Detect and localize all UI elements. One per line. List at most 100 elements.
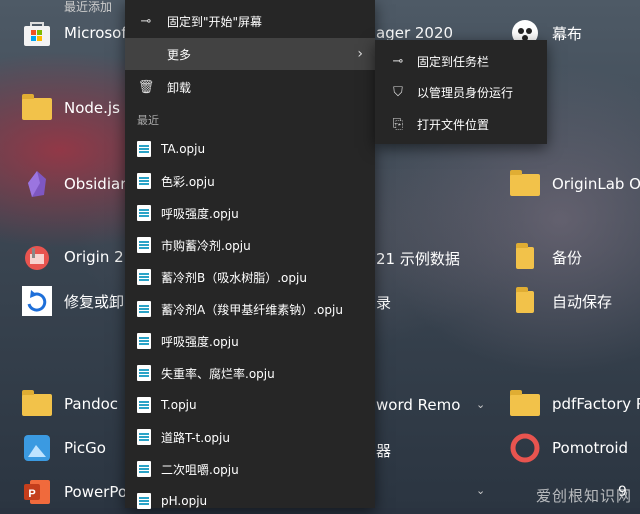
tile-nodejs[interactable]: Node.js: [22, 88, 120, 128]
pin-icon: ⊸: [392, 53, 404, 69]
tile-label: pdfFactory P: [552, 395, 640, 413]
tile-label: OriginLab O: [552, 175, 640, 193]
repair-icon: [22, 286, 52, 316]
tile-label-partial[interactable]: 21 示例数据: [376, 248, 460, 269]
file-label: 呼吸强度.opju: [161, 206, 239, 221]
file-label: 市购蓄冷剂.opju: [161, 238, 251, 253]
menu-item-label: 以管理员身份运行: [417, 85, 514, 100]
origin-icon: [22, 242, 52, 272]
menu-item-pin-taskbar[interactable]: ⊸ 固定到任务栏: [375, 46, 547, 76]
pin-icon: ⊸: [140, 13, 152, 29]
recent-file-item[interactable]: 呼吸强度.opju: [125, 200, 375, 226]
recent-file-item[interactable]: 呼吸强度.opju: [125, 328, 375, 354]
picgo-icon: [22, 433, 52, 463]
recent-file-item[interactable]: 蓄冷剂A（羧甲基纤维素钠）.opju: [125, 296, 375, 322]
opju-file-icon: [137, 141, 151, 157]
file-label: 蓄冷剂A（羧甲基纤维素钠）.opju: [161, 302, 343, 317]
file-label: 色彩.opju: [161, 174, 215, 189]
chevron-down-icon[interactable]: ⌄: [476, 398, 485, 411]
menu-item-uninstall[interactable]: 🗑 卸载: [125, 72, 375, 102]
folder-icon: [510, 389, 540, 419]
tile-obsidian[interactable]: Obsidian: [22, 164, 130, 204]
powerpoint-icon: P: [22, 477, 52, 507]
menu-item-more[interactable]: 更多 ›: [125, 38, 375, 70]
opju-file-icon: [137, 429, 151, 445]
submenu-more: ⊸ 固定到任务栏 ⛉ 以管理员身份运行 ⎘ 打开文件位置: [375, 40, 547, 144]
tile-autosave[interactable]: 自动保存: [510, 281, 612, 321]
recent-file-item[interactable]: 蓄冷剂B（吸水树脂）.opju: [125, 264, 375, 290]
tile-pandoc[interactable]: Pandoc: [22, 384, 118, 424]
file-label: 呼吸强度.opju: [161, 334, 239, 349]
file-label: T.opju: [161, 398, 197, 412]
file-label: 二次咀嚼.opju: [161, 462, 239, 477]
tile-label: PicGo: [64, 439, 106, 457]
opju-file-icon: [137, 461, 151, 477]
opju-file-icon: [137, 333, 151, 349]
tile-picgo[interactable]: PicGo: [22, 428, 106, 468]
store-icon: [22, 18, 52, 48]
menu-item-label: 打开文件位置: [417, 117, 490, 132]
recent-section-header: 最近: [137, 114, 159, 127]
file-label: 失重率、腐烂率.opju: [161, 366, 275, 381]
tile-pomotroid[interactable]: Pomotroid: [510, 428, 628, 468]
tile-label: Origin 2: [64, 248, 124, 266]
menu-item-pin-start[interactable]: ⊸ 固定到"开始"屏幕: [125, 6, 375, 36]
tile-repair-uninstall[interactable]: 修复或卸: [22, 281, 124, 321]
tile-label: 修复或卸: [64, 292, 125, 311]
menu-item-label: 固定到"开始"屏幕: [167, 14, 263, 29]
tile-label: 自动保存: [552, 292, 613, 311]
pomotroid-icon: [510, 433, 540, 463]
recent-file-item[interactable]: 二次咀嚼.opju: [125, 456, 375, 482]
menu-item-label: 卸载: [167, 80, 192, 95]
tile-label: 备份: [552, 248, 583, 267]
tile-label-partial[interactable]: 器: [376, 440, 391, 461]
file-label: 蓄冷剂B（吸水树脂）.opju: [161, 270, 307, 285]
tile-label-partial[interactable]: 录: [376, 292, 391, 313]
tile-label: 幕布: [552, 24, 583, 43]
tile-label: Pandoc: [64, 395, 119, 413]
tile-label: Node.js: [64, 99, 120, 117]
menu-item-run-admin[interactable]: ⛉ 以管理员身份运行: [375, 77, 547, 107]
recent-file-item[interactable]: 色彩.opju: [125, 168, 375, 194]
opju-file-icon: [137, 301, 151, 317]
tile-origin[interactable]: Origin 2: [22, 237, 124, 277]
folder-icon: [510, 286, 540, 316]
recent-file-item[interactable]: pH.opju: [125, 488, 375, 514]
folder-icon: [510, 242, 540, 272]
tile-pdffactory[interactable]: pdfFactory P: [510, 384, 640, 424]
opju-file-icon: [137, 493, 151, 509]
svg-text:P: P: [28, 488, 35, 500]
folder-icon: [510, 169, 540, 199]
file-label: TA.opju: [161, 142, 206, 156]
opju-file-icon: [137, 173, 151, 189]
menu-item-label: 固定到任务栏: [417, 54, 490, 69]
opju-file-icon: [137, 397, 151, 413]
recent-file-item[interactable]: 失重率、腐烂率.opju: [125, 360, 375, 386]
tile-label-partial[interactable]: word Remo: [376, 396, 460, 414]
opju-file-icon: [137, 237, 151, 253]
opju-file-icon: [137, 365, 151, 381]
tile-originlab[interactable]: OriginLab O: [510, 164, 640, 204]
recent-file-item[interactable]: TA.opju: [125, 136, 375, 162]
menu-item-label: 更多: [167, 47, 192, 62]
trash-icon: 🗑: [137, 79, 155, 95]
tile-label: Pomotroid: [552, 439, 629, 457]
chevron-right-icon: ›: [357, 46, 363, 62]
folder-icon: [22, 93, 52, 123]
menu-item-open-location[interactable]: ⎘ 打开文件位置: [375, 109, 547, 139]
recent-file-item[interactable]: 道路T-t.opju: [125, 424, 375, 450]
opju-file-icon: [137, 205, 151, 221]
recent-file-item[interactable]: 市购蓄冷剂.opju: [125, 232, 375, 258]
shield-icon: ⛉: [393, 84, 403, 100]
recent-file-item[interactable]: T.opju: [125, 392, 375, 418]
context-menu: ⊸ 固定到"开始"屏幕 更多 › 🗑 卸载 最近 TA.opju 色彩.opju…: [125, 0, 375, 509]
file-label: pH.opju: [161, 494, 208, 508]
tile-backup[interactable]: 备份: [510, 237, 582, 277]
file-label: 道路T-t.opju: [161, 430, 230, 445]
tile-powerpoint[interactable]: P PowerPo: [22, 472, 127, 512]
folder-icon: [22, 389, 52, 419]
chevron-down-icon[interactable]: ⌄: [476, 484, 485, 497]
tile-label: Obsidian: [64, 175, 130, 193]
open-folder-icon: ⎘: [392, 116, 404, 132]
watermark-text: 爱创根知识网: [535, 487, 632, 505]
